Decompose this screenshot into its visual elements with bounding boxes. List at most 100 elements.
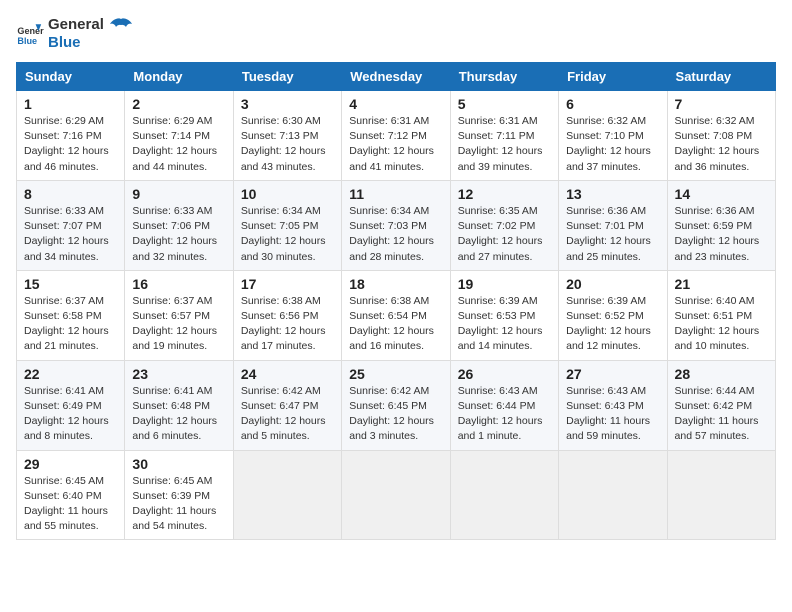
day-info: Sunrise: 6:34 AMSunset: 7:03 PMDaylight:… bbox=[349, 205, 434, 263]
day-number: 13 bbox=[566, 186, 659, 202]
day-number: 8 bbox=[24, 186, 117, 202]
day-info: Sunrise: 6:37 AMSunset: 6:57 PMDaylight:… bbox=[132, 295, 217, 353]
day-info: Sunrise: 6:41 AMSunset: 6:49 PMDaylight:… bbox=[24, 385, 109, 443]
calendar-cell: 8 Sunrise: 6:33 AMSunset: 7:07 PMDayligh… bbox=[17, 180, 125, 270]
day-info: Sunrise: 6:36 AMSunset: 7:01 PMDaylight:… bbox=[566, 205, 651, 263]
page-header: General Blue General Blue bbox=[16, 16, 776, 52]
calendar-cell bbox=[559, 450, 667, 540]
logo: General Blue General Blue bbox=[16, 16, 132, 52]
calendar-cell: 12 Sunrise: 6:35 AMSunset: 7:02 PMDaylig… bbox=[450, 180, 558, 270]
header-sunday: Sunday bbox=[17, 63, 125, 91]
day-info: Sunrise: 6:40 AMSunset: 6:51 PMDaylight:… bbox=[675, 295, 760, 353]
day-number: 1 bbox=[24, 96, 117, 112]
calendar-cell: 27 Sunrise: 6:43 AMSunset: 6:43 PMDaylig… bbox=[559, 360, 667, 450]
day-info: Sunrise: 6:32 AMSunset: 7:10 PMDaylight:… bbox=[566, 115, 651, 173]
header-tuesday: Tuesday bbox=[233, 63, 341, 91]
calendar-cell: 9 Sunrise: 6:33 AMSunset: 7:06 PMDayligh… bbox=[125, 180, 233, 270]
logo-blue: Blue bbox=[48, 34, 104, 52]
day-info: Sunrise: 6:44 AMSunset: 6:42 PMDaylight:… bbox=[675, 385, 759, 443]
calendar-cell: 2 Sunrise: 6:29 AMSunset: 7:14 PMDayligh… bbox=[125, 91, 233, 181]
day-info: Sunrise: 6:29 AMSunset: 7:14 PMDaylight:… bbox=[132, 115, 217, 173]
calendar-header-row: SundayMondayTuesdayWednesdayThursdayFrid… bbox=[17, 63, 776, 91]
day-info: Sunrise: 6:42 AMSunset: 6:45 PMDaylight:… bbox=[349, 385, 434, 443]
day-number: 19 bbox=[458, 276, 551, 292]
calendar-cell: 29 Sunrise: 6:45 AMSunset: 6:40 PMDaylig… bbox=[17, 450, 125, 540]
calendar-cell: 28 Sunrise: 6:44 AMSunset: 6:42 PMDaylig… bbox=[667, 360, 775, 450]
calendar-cell: 30 Sunrise: 6:45 AMSunset: 6:39 PMDaylig… bbox=[125, 450, 233, 540]
day-number: 29 bbox=[24, 456, 117, 472]
calendar-cell: 23 Sunrise: 6:41 AMSunset: 6:48 PMDaylig… bbox=[125, 360, 233, 450]
day-info: Sunrise: 6:30 AMSunset: 7:13 PMDaylight:… bbox=[241, 115, 326, 173]
day-info: Sunrise: 6:45 AMSunset: 6:40 PMDaylight:… bbox=[24, 475, 108, 533]
day-number: 11 bbox=[349, 186, 442, 202]
calendar-cell: 18 Sunrise: 6:38 AMSunset: 6:54 PMDaylig… bbox=[342, 270, 450, 360]
calendar-week-row: 8 Sunrise: 6:33 AMSunset: 7:07 PMDayligh… bbox=[17, 180, 776, 270]
svg-text:General: General bbox=[17, 26, 44, 36]
calendar-cell: 22 Sunrise: 6:41 AMSunset: 6:49 PMDaylig… bbox=[17, 360, 125, 450]
calendar-cell: 16 Sunrise: 6:37 AMSunset: 6:57 PMDaylig… bbox=[125, 270, 233, 360]
day-info: Sunrise: 6:38 AMSunset: 6:56 PMDaylight:… bbox=[241, 295, 326, 353]
logo-bird-icon bbox=[110, 17, 132, 43]
calendar-cell bbox=[667, 450, 775, 540]
day-number: 5 bbox=[458, 96, 551, 112]
header-thursday: Thursday bbox=[450, 63, 558, 91]
day-info: Sunrise: 6:43 AMSunset: 6:43 PMDaylight:… bbox=[566, 385, 650, 443]
day-number: 24 bbox=[241, 366, 334, 382]
day-number: 21 bbox=[675, 276, 768, 292]
day-number: 26 bbox=[458, 366, 551, 382]
day-number: 7 bbox=[675, 96, 768, 112]
day-number: 16 bbox=[132, 276, 225, 292]
calendar-cell: 21 Sunrise: 6:40 AMSunset: 6:51 PMDaylig… bbox=[667, 270, 775, 360]
calendar-cell: 7 Sunrise: 6:32 AMSunset: 7:08 PMDayligh… bbox=[667, 91, 775, 181]
calendar-cell bbox=[233, 450, 341, 540]
day-number: 18 bbox=[349, 276, 442, 292]
header-monday: Monday bbox=[125, 63, 233, 91]
day-number: 28 bbox=[675, 366, 768, 382]
day-info: Sunrise: 6:36 AMSunset: 6:59 PMDaylight:… bbox=[675, 205, 760, 263]
header-saturday: Saturday bbox=[667, 63, 775, 91]
day-info: Sunrise: 6:45 AMSunset: 6:39 PMDaylight:… bbox=[132, 475, 216, 533]
calendar-cell: 20 Sunrise: 6:39 AMSunset: 6:52 PMDaylig… bbox=[559, 270, 667, 360]
day-number: 4 bbox=[349, 96, 442, 112]
calendar-cell: 17 Sunrise: 6:38 AMSunset: 6:56 PMDaylig… bbox=[233, 270, 341, 360]
calendar-cell: 15 Sunrise: 6:37 AMSunset: 6:58 PMDaylig… bbox=[17, 270, 125, 360]
calendar-week-row: 29 Sunrise: 6:45 AMSunset: 6:40 PMDaylig… bbox=[17, 450, 776, 540]
calendar-table: SundayMondayTuesdayWednesdayThursdayFrid… bbox=[16, 62, 776, 540]
calendar-cell bbox=[450, 450, 558, 540]
day-info: Sunrise: 6:31 AMSunset: 7:12 PMDaylight:… bbox=[349, 115, 434, 173]
day-number: 25 bbox=[349, 366, 442, 382]
day-info: Sunrise: 6:37 AMSunset: 6:58 PMDaylight:… bbox=[24, 295, 109, 353]
calendar-week-row: 15 Sunrise: 6:37 AMSunset: 6:58 PMDaylig… bbox=[17, 270, 776, 360]
day-info: Sunrise: 6:35 AMSunset: 7:02 PMDaylight:… bbox=[458, 205, 543, 263]
calendar-cell: 3 Sunrise: 6:30 AMSunset: 7:13 PMDayligh… bbox=[233, 91, 341, 181]
day-number: 2 bbox=[132, 96, 225, 112]
calendar-cell: 25 Sunrise: 6:42 AMSunset: 6:45 PMDaylig… bbox=[342, 360, 450, 450]
calendar-cell: 13 Sunrise: 6:36 AMSunset: 7:01 PMDaylig… bbox=[559, 180, 667, 270]
calendar-week-row: 22 Sunrise: 6:41 AMSunset: 6:49 PMDaylig… bbox=[17, 360, 776, 450]
day-number: 23 bbox=[132, 366, 225, 382]
calendar-cell: 6 Sunrise: 6:32 AMSunset: 7:10 PMDayligh… bbox=[559, 91, 667, 181]
svg-text:Blue: Blue bbox=[17, 36, 37, 46]
calendar-cell: 4 Sunrise: 6:31 AMSunset: 7:12 PMDayligh… bbox=[342, 91, 450, 181]
day-number: 27 bbox=[566, 366, 659, 382]
day-number: 6 bbox=[566, 96, 659, 112]
day-number: 17 bbox=[241, 276, 334, 292]
day-info: Sunrise: 6:34 AMSunset: 7:05 PMDaylight:… bbox=[241, 205, 326, 263]
day-info: Sunrise: 6:33 AMSunset: 7:07 PMDaylight:… bbox=[24, 205, 109, 263]
header-friday: Friday bbox=[559, 63, 667, 91]
day-number: 14 bbox=[675, 186, 768, 202]
calendar-cell: 26 Sunrise: 6:43 AMSunset: 6:44 PMDaylig… bbox=[450, 360, 558, 450]
day-info: Sunrise: 6:42 AMSunset: 6:47 PMDaylight:… bbox=[241, 385, 326, 443]
day-number: 10 bbox=[241, 186, 334, 202]
day-number: 20 bbox=[566, 276, 659, 292]
logo-general: General bbox=[48, 16, 104, 34]
calendar-cell: 11 Sunrise: 6:34 AMSunset: 7:03 PMDaylig… bbox=[342, 180, 450, 270]
day-number: 9 bbox=[132, 186, 225, 202]
header-wednesday: Wednesday bbox=[342, 63, 450, 91]
day-number: 22 bbox=[24, 366, 117, 382]
day-info: Sunrise: 6:41 AMSunset: 6:48 PMDaylight:… bbox=[132, 385, 217, 443]
day-info: Sunrise: 6:33 AMSunset: 7:06 PMDaylight:… bbox=[132, 205, 217, 263]
calendar-cell: 10 Sunrise: 6:34 AMSunset: 7:05 PMDaylig… bbox=[233, 180, 341, 270]
calendar-cell: 1 Sunrise: 6:29 AMSunset: 7:16 PMDayligh… bbox=[17, 91, 125, 181]
day-info: Sunrise: 6:39 AMSunset: 6:53 PMDaylight:… bbox=[458, 295, 543, 353]
